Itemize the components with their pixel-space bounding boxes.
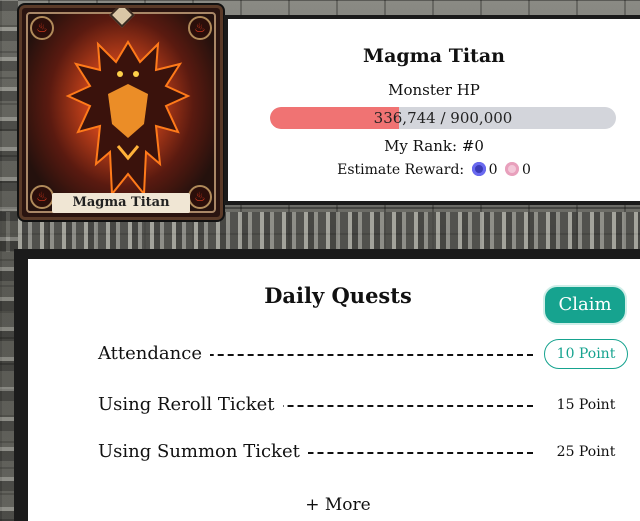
quest-points: 25 Point (556, 444, 616, 460)
my-rank: My Rank: #0 (384, 137, 484, 155)
quest-label: Using Summon Ticket (98, 439, 308, 465)
quest-row: Using Reroll Ticket 15 Point (98, 392, 628, 418)
quest-points-pill[interactable]: 10 Point (544, 339, 628, 369)
quest-label: Using Reroll Ticket (98, 392, 283, 418)
flame-icon: ♨ (30, 16, 54, 40)
quest-row: Using Summon Ticket 25 Point (98, 439, 628, 465)
card-frame: ♨ ♨ ♨ ♨ (26, 12, 216, 213)
daily-quests-panel: Daily Quests Claim Attendance 10 Point U… (14, 249, 640, 521)
hp-bar-text: 336,744 / 900,000 (373, 109, 513, 127)
flame-icon: ♨ (30, 185, 54, 209)
reward-label: Estimate Reward: (337, 162, 465, 178)
monster-card[interactable]: ♨ ♨ ♨ ♨ Magma Titan (19, 5, 223, 220)
quest-points: 15 Point (556, 397, 616, 413)
estimate-reward: Estimate Reward: 0 0 (228, 162, 640, 178)
card-name: Magma Titan (52, 193, 190, 213)
reward-coin-value: 0 (488, 162, 498, 178)
boss-panel: Magma Titan Monster HP 336,744 / 900,000… (224, 15, 640, 205)
quest-row: Attendance 10 Point (98, 339, 628, 369)
boss-name: Magma Titan (363, 45, 505, 67)
more-quests-link[interactable]: + More (28, 495, 640, 515)
quest-label: Attendance (98, 341, 210, 367)
claim-button[interactable]: Claim (545, 287, 625, 323)
hp-bar: 336,744 / 900,000 (270, 107, 616, 129)
boss-hp-label: Monster HP (388, 81, 480, 99)
magma-titan-illustration (65, 40, 191, 197)
character-token-icon (504, 162, 519, 176)
coin-icon (471, 162, 486, 176)
flame-icon: ♨ (188, 185, 212, 209)
flame-icon: ♨ (188, 16, 212, 40)
reward-token-value: 0 (521, 162, 531, 178)
daily-quests-card: Daily Quests Claim Attendance 10 Point U… (28, 259, 640, 521)
